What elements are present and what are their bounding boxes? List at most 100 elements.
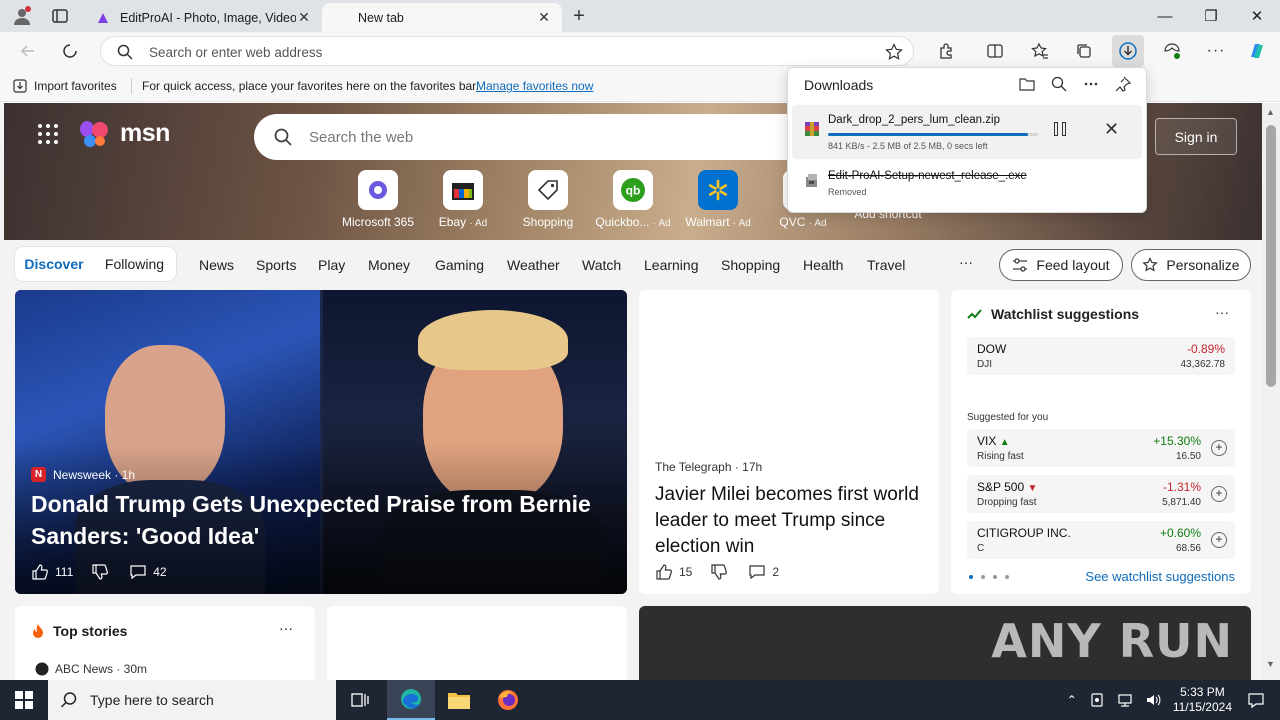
tab-discover[interactable]: Discover: [15, 256, 93, 272]
split-screen-icon[interactable]: [981, 37, 1009, 65]
edge-taskbar-icon[interactable]: [387, 680, 435, 720]
download-item-removed[interactable]: Edit-ProAI-Setup-newest_release_.exe Rem…: [792, 165, 1142, 219]
network-icon[interactable]: [1117, 692, 1133, 708]
nav-learning[interactable]: Learning: [644, 257, 699, 273]
dislike-icon[interactable]: [710, 563, 728, 581]
msn-logo[interactable]: msn: [38, 119, 170, 148]
dislike-icon[interactable]: [91, 563, 109, 581]
pin-icon[interactable]: [1114, 75, 1132, 93]
watchlist-more-icon[interactable]: ···: [1215, 304, 1229, 320]
nav-gaming[interactable]: Gaming: [435, 257, 484, 273]
add-to-watchlist-icon[interactable]: +: [1211, 486, 1227, 502]
close-tab-icon[interactable]: ✕: [536, 9, 552, 26]
favorites-icon[interactable]: [1026, 37, 1054, 65]
web-search-box[interactable]: [254, 114, 814, 160]
shortcut-ebay[interactable]: Ebay · Ad: [423, 170, 503, 229]
tab-editproai[interactable]: EditProAI - Photo, Image, Video E ✕: [86, 3, 322, 32]
extensions-icon[interactable]: [933, 37, 961, 65]
web-search-input[interactable]: [309, 126, 789, 148]
nav-watch[interactable]: Watch: [582, 257, 621, 273]
shortcut-microsoft-365[interactable]: Microsoft 365: [338, 170, 418, 229]
import-favorites-button[interactable]: Import favorites: [12, 78, 117, 94]
carousel-dots[interactable]: [969, 575, 1009, 579]
nav-more-icon[interactable]: ···: [959, 254, 973, 270]
nav-shopping[interactable]: Shopping: [721, 257, 780, 273]
address-bar[interactable]: [100, 36, 914, 66]
firefox-icon[interactable]: [484, 680, 532, 720]
collections-icon[interactable]: [1070, 37, 1098, 65]
stock-row-vix[interactable]: VIX ▲ Rising fast +15.30% 16.50 +: [967, 429, 1235, 467]
stop-loading-icon[interactable]: [56, 37, 84, 65]
close-window-icon[interactable]: ✕: [1234, 0, 1280, 32]
show-hidden-icons-icon[interactable]: ⌃: [1067, 693, 1077, 707]
personalize-button[interactable]: Personalize: [1131, 249, 1251, 281]
restore-icon[interactable]: ❐: [1188, 0, 1234, 32]
security-icon[interactable]: [1089, 692, 1105, 708]
shortcut-shopping[interactable]: Shopping: [508, 170, 588, 229]
nav-travel[interactable]: Travel: [867, 257, 905, 273]
settings-more-icon[interactable]: ···: [1202, 37, 1230, 65]
nav-play[interactable]: Play: [318, 257, 345, 273]
cancel-download-icon[interactable]: ✕: [1104, 119, 1119, 140]
story-headline[interactable]: Javier Milei becomes first world leader …: [655, 482, 925, 560]
favorite-star-icon[interactable]: [885, 43, 903, 61]
nav-sports[interactable]: Sports: [256, 257, 296, 273]
manage-favorites-link[interactable]: Manage favorites now: [476, 79, 593, 93]
page-scrollbar[interactable]: ▲ ▼: [1262, 103, 1280, 680]
stock-row-dow[interactable]: DOW DJI -0.89% 43,362.78: [967, 337, 1235, 375]
scrollbar-thumb[interactable]: [1266, 125, 1276, 387]
start-button[interactable]: [0, 680, 48, 720]
volume-icon[interactable]: [1145, 692, 1161, 708]
comment-icon[interactable]: [129, 563, 147, 581]
pause-download-icon[interactable]: [1054, 122, 1066, 136]
more-options-icon[interactable]: [1082, 75, 1100, 93]
like-icon[interactable]: [31, 563, 49, 581]
taskbar-search-input[interactable]: [90, 692, 320, 708]
open-folder-icon[interactable]: [1018, 75, 1036, 93]
top-story-source[interactable]: ABC News · 30m: [35, 662, 147, 676]
browser-essentials-icon[interactable]: [1158, 37, 1186, 65]
shortcut-quickbooks[interactable]: qb Quickbo... · Ad: [593, 170, 673, 229]
tab-actions-icon[interactable]: [50, 6, 70, 26]
tab-new-tab[interactable]: New tab ✕: [322, 3, 562, 32]
scroll-up-icon[interactable]: ▲: [1266, 107, 1275, 117]
main-story-card[interactable]: N Newsweek · 1h Donald Trump Gets Unexpe…: [15, 290, 627, 594]
notifications-icon[interactable]: [1232, 680, 1280, 720]
stock-row-sp500[interactable]: S&P 500 ▼ Dropping fast -1.31% 5,871.40 …: [967, 475, 1235, 513]
nav-weather[interactable]: Weather: [507, 257, 560, 273]
back-icon[interactable]: [14, 37, 42, 65]
clock[interactable]: 5:33 PM 11/15/2024: [1173, 685, 1232, 715]
side-story-card[interactable]: The Telegraph · 17h Javier Milei becomes…: [639, 290, 939, 594]
shortcut-walmart[interactable]: Walmart · Ad: [678, 170, 758, 229]
feed-layout-button[interactable]: Feed layout: [999, 249, 1123, 281]
minimize-icon[interactable]: —: [1142, 0, 1188, 32]
file-explorer-icon[interactable]: [435, 680, 483, 720]
taskbar-search[interactable]: [48, 680, 336, 720]
profile-icon[interactable]: [12, 6, 32, 26]
nav-money[interactable]: Money: [368, 257, 410, 273]
sign-in-button[interactable]: Sign in: [1155, 118, 1237, 155]
task-view-icon[interactable]: [336, 680, 384, 720]
like-icon[interactable]: [655, 563, 673, 581]
address-input[interactable]: [149, 42, 849, 62]
tab-following[interactable]: Following: [93, 256, 176, 272]
downloads-icon[interactable]: [1112, 35, 1144, 67]
new-tab-icon[interactable]: +: [569, 5, 589, 27]
top-stories-more-icon[interactable]: ···: [279, 620, 293, 636]
nav-news[interactable]: News: [199, 257, 234, 273]
app-launcher-icon[interactable]: [38, 123, 58, 144]
stock-row-citigroup[interactable]: CITIGROUP INC. C +0.60% 68.56 +: [967, 521, 1235, 559]
nav-health[interactable]: Health: [803, 257, 843, 273]
search-downloads-icon[interactable]: [1050, 75, 1068, 93]
add-to-watchlist-icon[interactable]: +: [1211, 532, 1227, 548]
copilot-icon[interactable]: [1243, 37, 1271, 65]
video-card[interactable]: ANY RUN: [639, 606, 1251, 680]
comment-icon[interactable]: [748, 563, 766, 581]
add-to-watchlist-icon[interactable]: +: [1211, 440, 1227, 456]
see-watchlist-suggestions-link[interactable]: See watchlist suggestions: [1085, 569, 1235, 584]
download-item-active[interactable]: Dark_drop_2_pers_lum_clean.zip 841 KB/s …: [792, 105, 1142, 159]
story-headline[interactable]: Donald Trump Gets Unexpected Praise from…: [31, 488, 611, 552]
close-tab-icon[interactable]: ✕: [296, 9, 312, 26]
scroll-down-icon[interactable]: ▼: [1266, 659, 1275, 669]
ebay-icon: [443, 170, 483, 210]
